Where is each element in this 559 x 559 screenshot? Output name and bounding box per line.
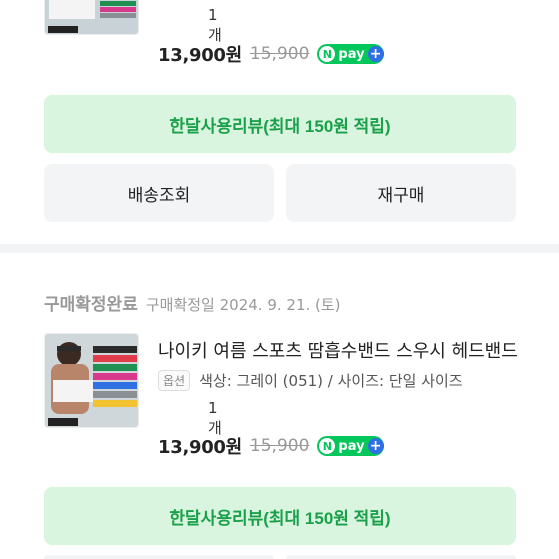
plus-icon: + (367, 438, 384, 454)
original-price: 15,900 (249, 44, 310, 64)
order-status-line: 구매확정완료 구매확정일 2024. 9. 21. (토) (44, 290, 341, 315)
option-badge: 옵션 (158, 370, 191, 391)
npay-logo-icon: N (319, 46, 336, 62)
option-text: 색상: 그레이 (051) / 사이즈: 단일 사이즈 (199, 372, 463, 390)
section-divider (0, 244, 559, 253)
plus-icon: + (367, 46, 384, 62)
npay-label: pay (338, 438, 365, 454)
npay-logo-icon: N (319, 438, 336, 454)
price-row: 13,900원 15,900 N pay + (158, 433, 385, 459)
rebuy-button-partial[interactable] (286, 555, 516, 559)
npay-label: pay (338, 46, 365, 62)
npay-badge[interactable]: N pay + (317, 436, 385, 456)
product-thumbnail-image (45, 334, 138, 427)
npay-badge[interactable]: N pay + (317, 44, 385, 64)
review-button[interactable]: 한달사용리뷰(최대 150원 적립) (44, 487, 516, 545)
product-thumbnail[interactable] (44, 333, 139, 428)
delivery-tracking-button[interactable]: 배송조회 (44, 164, 274, 222)
option-row: 옵션 색상: 그레이 (051) / 사이즈: 단일 사이즈 (158, 370, 463, 391)
product-thumbnail[interactable] (44, 0, 139, 35)
product-thumbnail-image (45, 0, 138, 34)
rebuy-button[interactable]: 재구매 (286, 164, 516, 222)
delivery-tracking-button-partial[interactable] (44, 555, 274, 559)
product-title[interactable]: 나이키 여름 스포츠 땀흡수밴드 스우시 헤드밴드 (158, 337, 518, 363)
order-status: 구매확정완료 (44, 295, 138, 315)
confirm-date: 구매확정일 2024. 9. 21. (토) (145, 296, 341, 314)
price-row: 13,900원 15,900 N pay + (158, 41, 385, 67)
sale-price: 13,900원 (158, 45, 242, 66)
original-price: 15,900 (249, 436, 310, 456)
sale-price: 13,900원 (158, 437, 242, 458)
review-button[interactable]: 한달사용리뷰(최대 150원 적립) (44, 95, 516, 153)
quantity: 1개 (208, 6, 222, 44)
